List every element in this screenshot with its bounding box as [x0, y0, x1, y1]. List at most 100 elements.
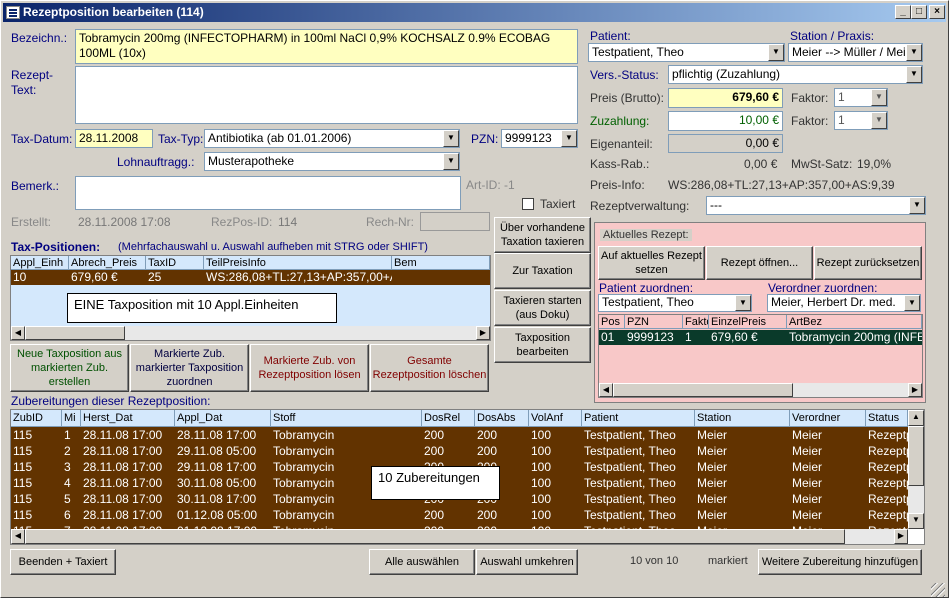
markierte-loesen-button[interactable]: Markierte Zub. von Rezeptposition lösen [250, 344, 369, 392]
faktor2-select[interactable]: 1 ▼ [834, 111, 888, 130]
rezept-table: Pos PZN Faktor EinzelPreis ArtBez 01 999… [598, 314, 923, 398]
rezept-patient-select[interactable]: Testpatient, Theo ▼ [598, 294, 752, 312]
zuzahlung-field[interactable]: 10,00 € [668, 111, 783, 131]
zub-markiert: markiert [708, 555, 748, 567]
table-cell: Testpatient, Theo [584, 492, 676, 506]
table-row[interactable]: 10 679,60 € 25 WS:286,08+TL:27,13+AP:357… [11, 270, 490, 285]
close-icon[interactable]: × [929, 5, 945, 19]
chevron-down-icon[interactable]: ▼ [561, 130, 577, 147]
neue-taxposition-button[interactable]: Neue Taxposition aus markierten Zub. ers… [10, 344, 129, 392]
gesamte-loeschen-button[interactable]: Gesamte Rezeptposition löschen [370, 344, 489, 392]
zub-vscrollbar[interactable]: ▲ ▼ [908, 410, 924, 529]
col-taxid[interactable]: TaxID [146, 256, 204, 270]
table-row[interactable]: 115 2 28.11.08 17:00 29.11.08 05:00 Tobramyc… [11, 443, 908, 459]
chevron-down-icon[interactable]: ▼ [904, 295, 920, 311]
rezepttext-field[interactable] [75, 66, 578, 124]
mwst-value: 19,0% [857, 157, 892, 171]
eigenanteil-field: 0,00 € [668, 134, 783, 153]
zub-hscrollbar[interactable]: ◀ ▶ [11, 529, 908, 544]
taxieren-starten-button[interactable]: Taxieren starten (aus Doku) [494, 290, 591, 326]
table-row[interactable]: 115 6 28.11.08 17:00 01.12.08 05:00 Tobramyc… [11, 507, 908, 523]
scroll-thumb[interactable] [25, 529, 845, 544]
table-cell: Testpatient, Theo [584, 508, 676, 522]
scroll-left-icon[interactable]: ◀ [11, 529, 25, 544]
bezeichnung-field[interactable]: Tobramycin 200mg (INFECTOPHARM) in 100ml… [75, 29, 578, 64]
preis-field[interactable]: 679,60 € [668, 88, 783, 108]
rezeptverwaltung-value: --- [710, 198, 722, 212]
chevron-down-icon[interactable]: ▼ [871, 112, 887, 129]
chevron-down-icon[interactable]: ▼ [443, 130, 459, 147]
rezepttext-label: Rezept- Text: [11, 68, 54, 97]
scroll-thumb[interactable] [908, 426, 924, 486]
eigenanteil-label: Eigenanteil: [590, 137, 653, 151]
table-cell: 115 [13, 460, 33, 474]
col-appl-einh[interactable]: Appl_Einh [11, 256, 69, 270]
rezept-scrollbar[interactable]: ◀ ▶ [599, 383, 922, 397]
chevron-down-icon[interactable]: ▼ [443, 153, 459, 170]
scroll-thumb[interactable] [613, 383, 793, 397]
taxtyp-label: Tax-Typ: [158, 132, 204, 146]
pzn-select[interactable]: 9999123 ▼ [501, 129, 578, 148]
taxiert-checkbox[interactable] [522, 198, 534, 210]
taxpos-scrollbar[interactable]: ◀ ▶ [11, 326, 490, 340]
scroll-right-icon[interactable]: ▶ [476, 326, 490, 340]
chevron-down-icon[interactable]: ▼ [735, 295, 751, 311]
taxposition-bearbeiten-button[interactable]: Taxposition bearbeiten [494, 327, 591, 363]
minimize-icon[interactable]: _ [895, 5, 911, 19]
scroll-thumb[interactable] [25, 326, 125, 340]
markierte-zuordnen-button[interactable]: Markierte Zub. markierter Taxposition zu… [130, 344, 249, 392]
lohnauftrag-select[interactable]: Musterapotheke ▼ [204, 152, 460, 171]
window-title: Rezeptposition bearbeiten (114) [23, 5, 204, 19]
taxtyp-select[interactable]: Antibiotika (ab 01.01.2006) ▼ [204, 129, 460, 148]
taxdatum-field[interactable]: 28.11.2008 [75, 129, 153, 148]
table-row[interactable]: 01 9999123 1 679,60 € Tobramycin 200mg (… [599, 330, 922, 345]
bemerk-label: Bemerk.: [11, 179, 60, 193]
alle-auswaehlen-button[interactable]: Alle auswählen [369, 549, 475, 575]
chevron-down-icon[interactable]: ▼ [906, 44, 922, 61]
rezeptverwaltung-select[interactable]: --- ▼ [706, 196, 926, 215]
weitere-zubereitung-button[interactable]: Weitere Zubereitung hinzufügen [758, 549, 922, 575]
scroll-up-icon[interactable]: ▲ [908, 410, 924, 426]
table-cell: 01.12.08 05:00 [177, 508, 258, 522]
col-abrech-preis[interactable]: Abrech_Preis [69, 256, 146, 270]
chevron-down-icon[interactable]: ▼ [909, 197, 925, 214]
table-cell: 6 [64, 508, 71, 522]
chevron-down-icon[interactable]: ▼ [768, 44, 784, 61]
chevron-down-icon[interactable]: ▼ [906, 66, 922, 83]
zur-taxation-button[interactable]: Zur Taxation [494, 253, 591, 289]
rezept-verordner-select[interactable]: Meier, Herbert Dr. med. ▼ [767, 294, 921, 312]
table-cell: 200 [424, 508, 445, 522]
table-cell: 3 [64, 460, 71, 474]
table-cell: 115 [13, 428, 33, 442]
rezept-zuruecksetzen-button[interactable]: Rezept zurücksetzen [814, 246, 922, 280]
maximize-icon[interactable]: □ [911, 5, 927, 19]
table-cell: 30.11.08 17:00 [177, 492, 257, 506]
table-cell: 100 [531, 508, 552, 522]
station-select[interactable]: Meier --> Müller / Meier ▼ [788, 43, 923, 62]
table-cell: Meier [697, 428, 728, 442]
chevron-down-icon[interactable]: ▼ [871, 89, 887, 106]
beenden-button[interactable]: Beenden + Taxiert [10, 549, 116, 575]
scroll-down-icon[interactable]: ▼ [908, 513, 924, 529]
scroll-right-icon[interactable]: ▶ [894, 529, 908, 544]
table-cell: Testpatient, Theo [584, 428, 676, 442]
ueber-taxation-button[interactable]: Über vorhandene Taxation taxieren [494, 217, 591, 253]
faktor1-select[interactable]: 1 ▼ [834, 88, 888, 107]
col-teilpreisinfo[interactable]: TeilPreisInfo [204, 256, 392, 270]
versstatus-select[interactable]: pflichtig (Zuzahlung) ▼ [668, 65, 923, 84]
auswahl-umkehren-button[interactable]: Auswahl umkehren [476, 549, 578, 575]
resize-grip-icon[interactable] [931, 583, 945, 597]
table-cell: 200 [477, 428, 498, 442]
table-row[interactable]: 115 1 28.11.08 17:00 28.11.08 17:00 Tobramyc… [11, 427, 908, 443]
scroll-right-icon[interactable]: ▶ [908, 383, 922, 397]
bemerk-field[interactable] [75, 176, 461, 210]
rezept-setzen-button[interactable]: Auf aktuelles Rezept setzen [598, 246, 705, 280]
rezept-oeffnen-button[interactable]: Rezept öffnen... [706, 246, 813, 280]
table-cell: Meier [697, 460, 728, 474]
scroll-left-icon[interactable]: ◀ [11, 326, 25, 340]
patient-select[interactable]: Testpatient, Theo ▼ [588, 43, 785, 62]
scroll-left-icon[interactable]: ◀ [599, 383, 613, 397]
col-bem[interactable]: Bem [392, 256, 490, 270]
pzn-label: PZN: [471, 132, 499, 146]
versstatus-value: pflichtig (Zuzahlung) [672, 67, 781, 81]
